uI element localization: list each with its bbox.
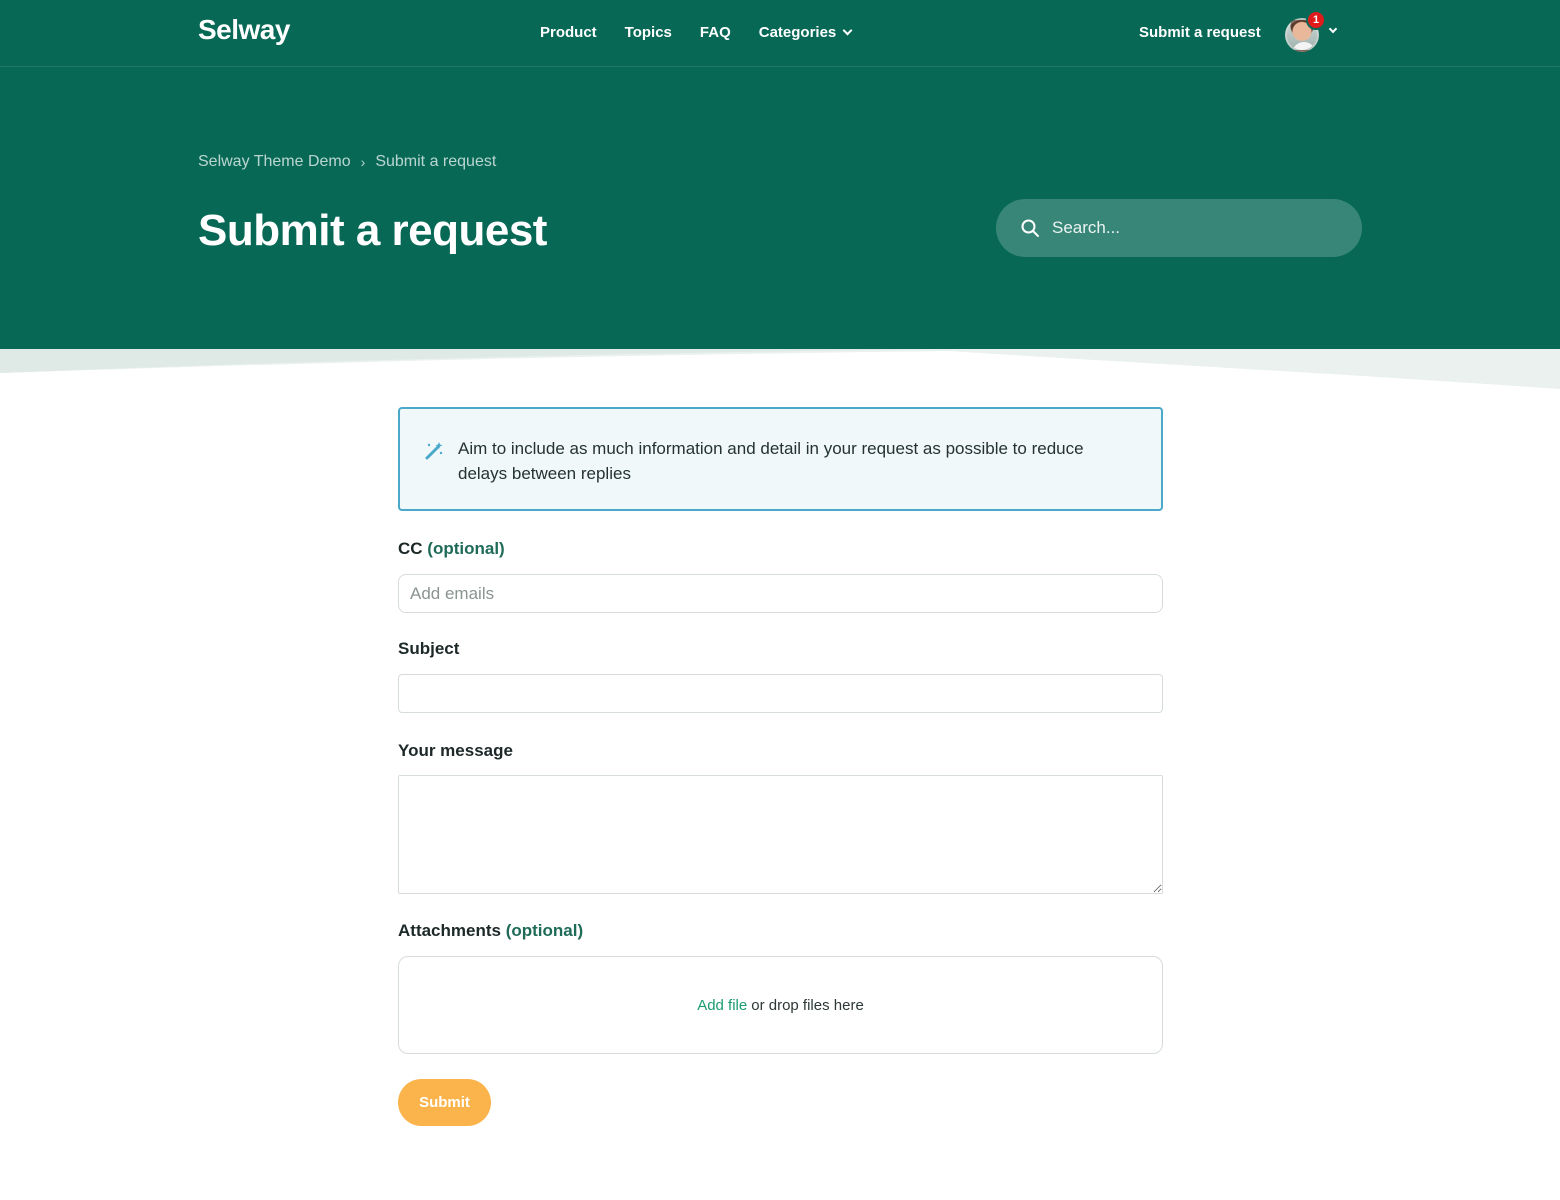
nav-item-topics[interactable]: Topics: [625, 24, 672, 41]
nav-item-categories[interactable]: Categories: [758, 24, 853, 41]
subject-label: Subject: [398, 639, 460, 658]
submit-button[interactable]: Submit: [398, 1079, 491, 1126]
breadcrumb-home[interactable]: Selway Theme Demo: [198, 153, 351, 171]
page-title: Submit a request: [198, 206, 547, 255]
breadcrumb-current[interactable]: Submit a request: [375, 153, 496, 171]
message-label: Your message: [398, 741, 513, 760]
cc-email-input[interactable]: [398, 574, 1163, 613]
search-bar[interactable]: [996, 199, 1362, 257]
hero-banner: Selway Product Topics FAQ Categories Sub…: [0, 0, 1560, 349]
submit-request-link[interactable]: Submit a request: [1139, 24, 1261, 41]
notification-badge: 1: [1306, 10, 1326, 30]
chevron-down-icon: [842, 25, 853, 36]
chevron-down-icon[interactable]: [1328, 24, 1338, 34]
breadcrumb-separator: ›: [360, 154, 366, 170]
drop-files-text: or drop files here: [751, 996, 864, 1014]
nav-item-faq[interactable]: FAQ: [700, 24, 731, 41]
notice-text: Aim to include as much information and d…: [458, 439, 1084, 483]
top-navigation-bar: Selway Product Topics FAQ Categories Sub…: [0, 0, 1560, 67]
nav-item-product[interactable]: Product: [540, 24, 597, 41]
label-text: CC: [398, 539, 423, 558]
main-nav: Product Topics FAQ Categories: [540, 24, 853, 41]
nav-label: Product: [540, 24, 597, 41]
subject-input[interactable]: [398, 674, 1163, 713]
attachments-label: Attachments (optional): [398, 921, 583, 941]
nav-label: Topics: [624, 24, 672, 41]
message-textarea[interactable]: [398, 775, 1163, 894]
cc-label: CC (optional): [398, 539, 505, 559]
nav-label: FAQ: [699, 24, 731, 41]
add-file-link[interactable]: Add file: [697, 997, 747, 1014]
attachment-dropzone[interactable]: Add file or drop files here: [398, 956, 1163, 1054]
optional-tag: (optional): [427, 539, 505, 558]
label-text: Attachments: [398, 921, 501, 940]
search-icon: [1021, 219, 1039, 237]
search-input[interactable]: [1052, 218, 1332, 238]
nav-label: Categories: [758, 24, 837, 41]
info-notice: Aim to include as much information and d…: [398, 407, 1163, 511]
logo[interactable]: Selway: [198, 14, 290, 46]
hero-wave-divider: [0, 349, 1560, 389]
breadcrumb: Selway Theme Demo › Submit a request: [198, 153, 496, 171]
optional-tag: (optional): [505, 921, 584, 940]
magic-wand-icon: [425, 442, 443, 460]
